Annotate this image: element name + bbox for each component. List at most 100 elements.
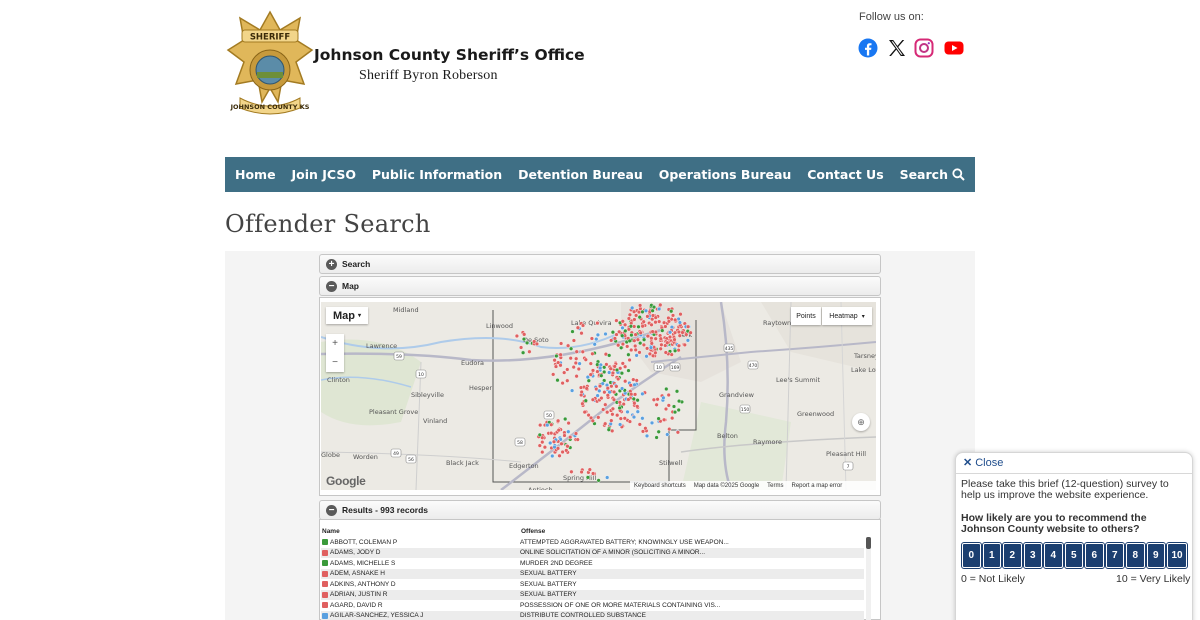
offender-marker[interactable] [549, 422, 554, 427]
offender-marker[interactable] [623, 322, 628, 327]
offender-marker[interactable] [570, 329, 575, 334]
offender-marker[interactable] [590, 368, 596, 373]
offender-marker[interactable] [610, 330, 615, 335]
table-row[interactable]: ADKINS, ANTHONY D SEXUAL BATTERY [321, 579, 864, 590]
offender-marker[interactable] [573, 360, 578, 366]
offender-marker[interactable] [574, 349, 579, 354]
offender-marker[interactable] [540, 440, 545, 445]
offender-marker[interactable] [680, 330, 685, 335]
offender-marker[interactable] [653, 320, 658, 325]
offender-marker[interactable] [620, 361, 625, 366]
offender-marker[interactable] [668, 330, 673, 335]
offender-marker[interactable] [606, 427, 611, 432]
offender-marker[interactable] [614, 332, 619, 337]
offender-marker[interactable] [633, 343, 638, 349]
offender-marker[interactable] [521, 350, 526, 355]
offender-marker[interactable] [571, 338, 576, 343]
offender-marker[interactable] [552, 445, 557, 450]
offender-marker[interactable] [556, 418, 561, 423]
offender-marker[interactable] [551, 372, 556, 377]
offender-marker[interactable] [556, 428, 561, 433]
offender-marker[interactable] [671, 404, 677, 409]
offender-marker[interactable] [653, 350, 658, 355]
offender-marker[interactable] [579, 469, 584, 475]
offender-marker[interactable] [618, 416, 623, 421]
offender-marker[interactable] [562, 433, 567, 438]
nav-join-jcso[interactable]: Join JCSO [291, 167, 355, 182]
offender-marker[interactable] [648, 345, 654, 350]
offender-name[interactable]: AGARD, DAVID R [330, 602, 383, 609]
offender-marker[interactable] [576, 366, 581, 372]
offender-marker[interactable] [607, 353, 612, 358]
offender-marker[interactable] [610, 370, 615, 376]
table-row[interactable]: AGARD, DAVID R POSSESSION OF ONE OR MORE … [321, 600, 864, 611]
offender-marker[interactable] [580, 401, 585, 406]
offender-marker[interactable] [514, 333, 519, 339]
offender-marker[interactable] [545, 422, 550, 428]
results-panel-header[interactable]: − Results - 993 records [319, 500, 881, 520]
offender-marker[interactable] [657, 319, 662, 324]
score-button-0[interactable]: 0 [961, 542, 982, 569]
offender-marker[interactable] [675, 430, 680, 435]
offender-marker[interactable] [640, 416, 645, 421]
offender-marker[interactable] [666, 403, 671, 408]
offender-marker[interactable] [605, 393, 610, 398]
offender-marker[interactable] [565, 378, 570, 383]
offender-marker[interactable] [615, 413, 620, 418]
offender-marker[interactable] [590, 418, 595, 423]
offender-marker[interactable] [641, 319, 646, 324]
offender-marker[interactable] [638, 340, 643, 346]
offender-marker[interactable] [670, 415, 675, 421]
offender-marker[interactable] [619, 371, 624, 376]
offender-marker[interactable] [633, 392, 638, 397]
offender-marker[interactable] [583, 357, 588, 362]
offender-marker[interactable] [591, 471, 596, 476]
offender-marker[interactable] [592, 342, 597, 347]
offender-marker[interactable] [596, 478, 601, 483]
offender-marker[interactable] [560, 449, 565, 455]
offender-marker[interactable] [566, 420, 571, 426]
offender-marker[interactable] [617, 405, 622, 411]
offender-marker[interactable] [575, 437, 580, 442]
score-button-1[interactable]: 1 [981, 542, 1002, 569]
offender-marker[interactable] [634, 353, 639, 358]
offender-marker[interactable] [542, 445, 547, 450]
offender-marker[interactable] [551, 439, 557, 444]
offender-marker[interactable] [685, 338, 690, 343]
offender-marker[interactable] [632, 309, 637, 314]
offense-column-header[interactable]: Offense [521, 528, 545, 535]
offender-marker[interactable] [525, 340, 530, 345]
score-button-3[interactable]: 3 [1022, 542, 1043, 569]
zoom-in-button[interactable]: + [326, 334, 344, 353]
offender-marker[interactable] [566, 343, 571, 348]
offender-marker[interactable] [558, 352, 563, 357]
offender-marker[interactable] [595, 393, 600, 398]
offender-marker[interactable] [597, 388, 602, 393]
offender-marker[interactable] [550, 453, 555, 459]
offender-marker[interactable] [634, 313, 639, 318]
offender-marker[interactable] [672, 409, 678, 415]
offender-marker[interactable] [633, 347, 638, 352]
offender-marker[interactable] [609, 384, 614, 389]
offender-marker[interactable] [666, 319, 671, 324]
offender-marker[interactable] [672, 337, 677, 342]
offender-marker[interactable] [519, 345, 524, 350]
offender-marker[interactable] [666, 315, 671, 321]
offender-marker[interactable] [684, 332, 689, 337]
offender-marker[interactable] [655, 397, 660, 402]
offender-marker[interactable] [625, 344, 630, 349]
offender-marker[interactable] [669, 309, 674, 314]
offender-marker[interactable] [677, 320, 682, 325]
score-button-10[interactable]: 10 [1166, 542, 1188, 569]
offender-marker[interactable] [568, 356, 573, 361]
offender-marker[interactable] [614, 367, 620, 373]
offender-marker[interactable] [612, 364, 617, 369]
offender-marker[interactable] [603, 331, 608, 337]
youtube-icon[interactable] [944, 38, 964, 58]
offender-marker[interactable] [558, 363, 563, 368]
offender-marker[interactable] [605, 386, 610, 391]
offender-marker[interactable] [605, 410, 610, 415]
offender-marker[interactable] [628, 324, 633, 329]
offender-marker[interactable] [626, 316, 631, 321]
offender-marker[interactable] [626, 352, 631, 357]
